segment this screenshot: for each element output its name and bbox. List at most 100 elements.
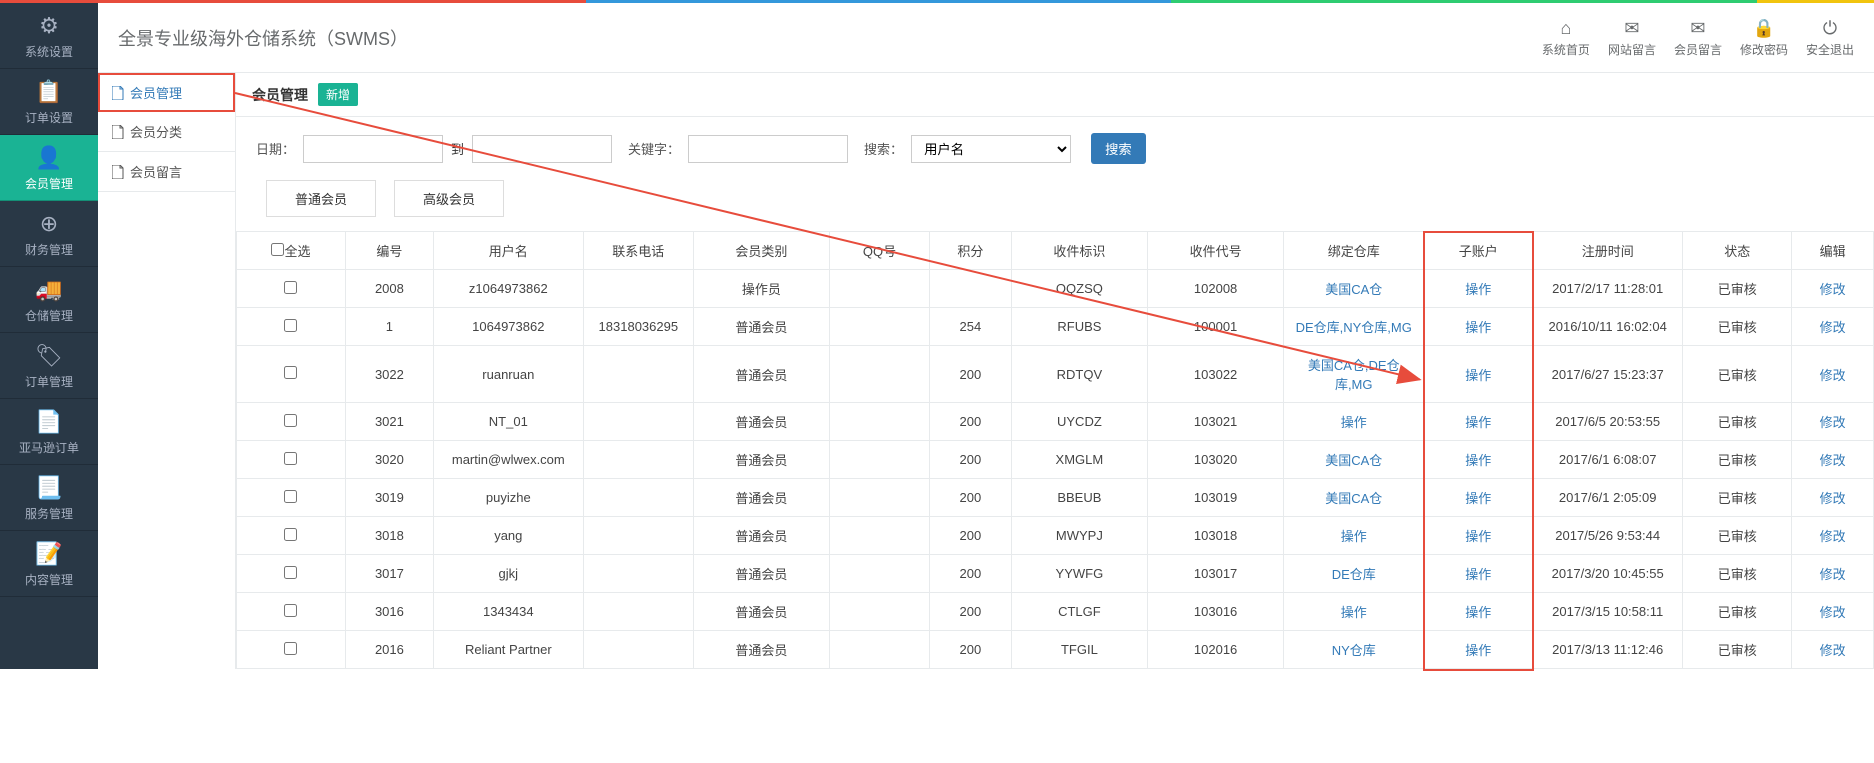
cell-edit[interactable]: 修改: [1792, 441, 1874, 479]
cell-receive-mark: CTLGF: [1011, 593, 1147, 631]
cell-warehouse[interactable]: NY仓库: [1284, 631, 1424, 669]
cell-sub-account[interactable]: 操作: [1424, 631, 1533, 669]
cell-receive-mark: RFUBS: [1011, 308, 1147, 346]
cell-username: gjkj: [433, 555, 583, 593]
date-to-input[interactable]: [472, 135, 612, 163]
cell-sub-account[interactable]: 操作: [1424, 441, 1533, 479]
date-from-input[interactable]: [303, 135, 443, 163]
search-by-select[interactable]: 用户名: [911, 135, 1071, 163]
cell-phone: [583, 593, 693, 631]
row-checkbox[interactable]: [284, 452, 297, 465]
nav-item-1[interactable]: 📋订单设置: [0, 69, 98, 135]
nav-item-6[interactable]: 📄亚马逊订单: [0, 399, 98, 465]
cell-register-time: 2017/6/1 2:05:09: [1533, 479, 1683, 517]
col-warehouse: 绑定仓库: [1284, 232, 1424, 270]
cell-edit[interactable]: 修改: [1792, 517, 1874, 555]
header-action-1[interactable]: ✉网站留言: [1608, 18, 1656, 58]
cell-qq: [830, 403, 930, 441]
cell-status: 已审核: [1683, 270, 1792, 308]
cell-sub-account[interactable]: 操作: [1424, 517, 1533, 555]
cell-member-type: 普通会员: [693, 555, 829, 593]
cell-register-time: 2017/2/17 11:28:01: [1533, 270, 1683, 308]
sub-nav-item-1[interactable]: 会员分类: [98, 112, 235, 152]
cell-id: 3018: [345, 517, 433, 555]
cell-receive-code: 102008: [1148, 270, 1284, 308]
header-action-icon: 🔒: [1753, 18, 1775, 39]
sub-nav-item-0[interactable]: 会员管理: [98, 73, 235, 112]
header-action-label: 网站留言: [1608, 41, 1656, 58]
row-checkbox[interactable]: [284, 566, 297, 579]
cell-edit[interactable]: 修改: [1792, 593, 1874, 631]
cell-warehouse[interactable]: 美国CA仓: [1284, 479, 1424, 517]
table-row: 2016 Reliant Partner 普通会员 200 TFGIL 1020…: [237, 631, 1874, 669]
cell-sub-account[interactable]: 操作: [1424, 593, 1533, 631]
header-action-0[interactable]: ⌂系统首页: [1542, 18, 1590, 58]
header-action-icon: ⌂: [1560, 18, 1571, 39]
cell-warehouse[interactable]: 操作: [1284, 593, 1424, 631]
nav-item-4[interactable]: 🚚仓储管理: [0, 267, 98, 333]
cell-edit[interactable]: 修改: [1792, 270, 1874, 308]
header-action-label: 会员留言: [1674, 41, 1722, 58]
cell-sub-account[interactable]: 操作: [1424, 346, 1533, 403]
nav-item-2[interactable]: 👤会员管理: [0, 135, 98, 201]
cell-member-type: 普通会员: [693, 403, 829, 441]
sub-nav-item-2[interactable]: 会员留言: [98, 152, 235, 192]
cell-qq: [830, 441, 930, 479]
cell-warehouse[interactable]: 操作: [1284, 403, 1424, 441]
tab-premium-member[interactable]: 高级会员: [394, 180, 504, 217]
cell-sub-account[interactable]: 操作: [1424, 270, 1533, 308]
row-checkbox[interactable]: [284, 366, 297, 379]
cell-receive-code: 102016: [1148, 631, 1284, 669]
cell-warehouse[interactable]: DE仓库: [1284, 555, 1424, 593]
row-checkbox[interactable]: [284, 414, 297, 427]
cell-sub-account[interactable]: 操作: [1424, 479, 1533, 517]
header-action-2[interactable]: ✉会员留言: [1674, 18, 1722, 58]
cell-edit[interactable]: 修改: [1792, 346, 1874, 403]
cell-edit[interactable]: 修改: [1792, 555, 1874, 593]
cell-member-type: 普通会员: [693, 517, 829, 555]
nav-item-8[interactable]: 📝内容管理: [0, 531, 98, 597]
search-button[interactable]: 搜索: [1091, 133, 1146, 164]
nav-icon: 📋: [35, 79, 62, 105]
nav-item-3[interactable]: ⊕财务管理: [0, 201, 98, 267]
keyword-input[interactable]: [688, 135, 848, 163]
nav-item-7[interactable]: 📃服务管理: [0, 465, 98, 531]
sub-nav: 会员管理会员分类会员留言: [98, 73, 236, 669]
cell-edit[interactable]: 修改: [1792, 631, 1874, 669]
nav-item-5[interactable]: 🏷订单管理: [0, 333, 98, 399]
row-checkbox[interactable]: [284, 281, 297, 294]
col-receive-code: 收件代号: [1148, 232, 1284, 270]
nav-item-0[interactable]: ⚙系统设置: [0, 3, 98, 69]
cell-warehouse[interactable]: 美国CA仓: [1284, 270, 1424, 308]
cell-sub-account[interactable]: 操作: [1424, 403, 1533, 441]
row-checkbox[interactable]: [284, 528, 297, 541]
row-checkbox[interactable]: [284, 319, 297, 332]
cell-edit[interactable]: 修改: [1792, 308, 1874, 346]
cell-warehouse[interactable]: 美国CA仓,DE仓库,MG: [1284, 346, 1424, 403]
nav-icon: 🏷: [35, 343, 63, 369]
header-action-3[interactable]: 🔒修改密码: [1740, 18, 1788, 58]
cell-sub-account[interactable]: 操作: [1424, 308, 1533, 346]
cell-edit[interactable]: 修改: [1792, 479, 1874, 517]
cell-member-type: 普通会员: [693, 308, 829, 346]
row-checkbox[interactable]: [284, 490, 297, 503]
header-action-4[interactable]: ⏻安全退出: [1806, 18, 1854, 58]
members-table: 全选 编号 用户名 联系电话 会员类别 QQ号 积分 收件标识 收件代号 绑定仓…: [236, 231, 1874, 669]
row-checkbox[interactable]: [284, 642, 297, 655]
cell-warehouse[interactable]: 操作: [1284, 517, 1424, 555]
cell-username: 1064973862: [433, 308, 583, 346]
cell-qq: [830, 593, 930, 631]
tab-normal-member[interactable]: 普通会员: [266, 180, 376, 217]
cell-username: ruanruan: [433, 346, 583, 403]
cell-edit[interactable]: 修改: [1792, 403, 1874, 441]
cell-status: 已审核: [1683, 308, 1792, 346]
row-checkbox[interactable]: [284, 604, 297, 617]
cell-sub-account[interactable]: 操作: [1424, 555, 1533, 593]
cell-warehouse[interactable]: 美国CA仓: [1284, 441, 1424, 479]
nav-icon: 🚚: [35, 277, 62, 303]
select-all-checkbox[interactable]: [271, 243, 284, 256]
cell-warehouse[interactable]: DE仓库,NY仓库,MG: [1284, 308, 1424, 346]
table-row: 3021 NT_01 普通会员 200 UYCDZ 103021 操作 操作 2…: [237, 403, 1874, 441]
add-button[interactable]: 新增: [318, 83, 358, 106]
header-action-icon: ⏻: [1823, 18, 1837, 39]
